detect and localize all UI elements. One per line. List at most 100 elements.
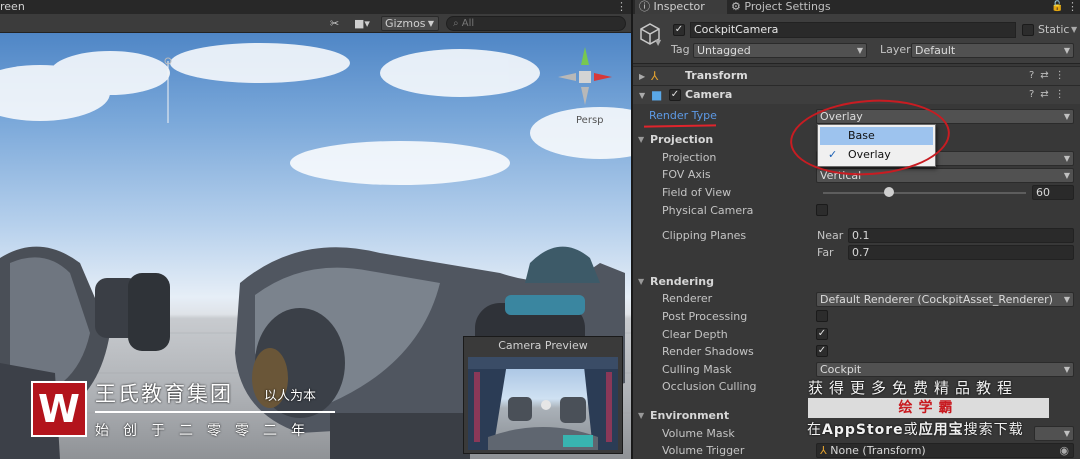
fov-label: Field of View bbox=[662, 186, 732, 199]
volume-trigger-field[interactable]: ⅄ None (Transform) ◉ bbox=[816, 443, 1074, 458]
fov-axis-label: FOV Axis bbox=[662, 168, 711, 181]
lock-icon[interactable]: 🔓 bbox=[1051, 0, 1063, 14]
camera-preview: Camera Preview bbox=[463, 336, 623, 454]
tag-value: Untagged bbox=[697, 44, 751, 57]
gizmos-dropdown[interactable]: Gizmos ▼ bbox=[381, 16, 439, 31]
chevron-down-icon: ▼ bbox=[427, 19, 434, 28]
chevron-down-icon: ▼ bbox=[1063, 171, 1070, 180]
component-tools[interactable]: ?⇄⋮ bbox=[1029, 87, 1071, 103]
clipping-planes-label: Clipping Planes bbox=[662, 229, 747, 242]
chevron-down-icon: ▼ bbox=[1063, 295, 1070, 304]
chevron-down-icon[interactable]: ▼ bbox=[638, 274, 644, 290]
rendering-section[interactable]: Rendering bbox=[650, 274, 714, 290]
occlusion-culling-label: Occlusion Culling bbox=[662, 380, 757, 393]
chevron-down-icon[interactable]: ▼ bbox=[638, 408, 644, 424]
projection-label: Projection bbox=[662, 151, 717, 164]
clear-depth-checkbox[interactable]: ✓ bbox=[816, 328, 828, 340]
watermark-slogan: 以人为本 bbox=[264, 389, 317, 404]
promo-store: AppStore bbox=[822, 422, 904, 438]
persp-label[interactable]: Persp bbox=[576, 115, 604, 126]
transform-icon: ⅄ bbox=[820, 444, 827, 457]
far-field[interactable]: 0.7 bbox=[848, 245, 1074, 260]
promo-headline: 获得更多免费精品教程 bbox=[808, 379, 1019, 397]
tab-project-settings[interactable]: ⚙ Project Settings bbox=[727, 0, 837, 14]
far-label: Far bbox=[817, 246, 834, 259]
render-shadows-checkbox[interactable]: ✓ bbox=[816, 345, 828, 357]
tag-label: Tag bbox=[671, 43, 690, 56]
post-processing-checkbox[interactable] bbox=[816, 310, 828, 322]
volume-trigger-value: None (Transform) bbox=[830, 444, 926, 457]
preview-render bbox=[468, 357, 618, 450]
chevron-down-icon[interactable]: ▼ bbox=[1071, 23, 1077, 37]
renderer-value: Default Renderer (CockpitAsset_Renderer) bbox=[820, 293, 1053, 306]
renderer-label: Renderer bbox=[662, 292, 713, 305]
kebab-menu-icon[interactable]: ⋮ bbox=[1067, 0, 1078, 14]
scene-tab[interactable]: reen bbox=[0, 0, 25, 14]
camera-settings-icon[interactable]: ■▾ bbox=[354, 16, 370, 31]
renderer-dropdown[interactable]: Default Renderer (CockpitAsset_Renderer)… bbox=[816, 292, 1074, 307]
chevron-down-icon[interactable]: ▼ bbox=[638, 132, 644, 148]
scene-toolbar: ✂ ■▾ Gizmos ▼ ⌕ All bbox=[0, 14, 631, 33]
chevron-down-icon: ▼ bbox=[1063, 365, 1070, 374]
tag-dropdown[interactable]: Untagged ▼ bbox=[693, 43, 867, 58]
fov-slider-track[interactable] bbox=[823, 192, 1026, 194]
camera-title: Camera bbox=[685, 88, 733, 101]
post-processing-label: Post Processing bbox=[662, 310, 748, 323]
culling-mask-label: Culling Mask bbox=[662, 363, 732, 376]
layer-label: Layer bbox=[880, 43, 911, 56]
fov-value-field[interactable]: 60 bbox=[1032, 185, 1074, 200]
chevron-down-icon: ▼ bbox=[856, 46, 863, 55]
static-label: Static bbox=[1038, 23, 1070, 36]
layer-value: Default bbox=[915, 44, 956, 57]
watermark-divider bbox=[95, 411, 335, 413]
object-picker-icon[interactable]: ◉ bbox=[1059, 444, 1069, 457]
fov-slider-handle[interactable] bbox=[884, 187, 894, 197]
camera-preview-view bbox=[468, 357, 618, 450]
static-checkbox[interactable] bbox=[1022, 24, 1034, 36]
chevron-right-icon[interactable]: ▶ bbox=[639, 69, 645, 84]
watermark-title: 王氏教育集团 bbox=[95, 382, 233, 406]
transform-icon: ⅄ bbox=[651, 69, 659, 83]
tools-icon[interactable]: ✂ bbox=[330, 16, 339, 31]
watermark-subtitle: 始创于二零零二年 bbox=[95, 423, 319, 439]
environment-section[interactable]: Environment bbox=[650, 408, 729, 424]
render-shadows-label: Render Shadows bbox=[662, 345, 754, 358]
search-placeholder: All bbox=[461, 18, 475, 29]
chevron-down-icon[interactable]: ▼ bbox=[639, 88, 645, 103]
chevron-down-icon: ▼ bbox=[1063, 46, 1070, 55]
camera-enabled-checkbox[interactable]: ✓ bbox=[669, 89, 681, 101]
tab-inspector[interactable]: ⓘ Inspector bbox=[635, 0, 727, 14]
active-checkbox[interactable]: ✓ bbox=[673, 24, 685, 36]
object-header: ▼ ✓ CockpitCamera Static ▼ Tag Untagged … bbox=[633, 14, 1080, 64]
culling-mask-dropdown[interactable]: Cockpit ▼ bbox=[816, 362, 1074, 377]
search-icon: ⌕ bbox=[453, 18, 459, 29]
near-field[interactable]: 0.1 bbox=[848, 228, 1074, 243]
culling-mask-value: Cockpit bbox=[820, 363, 862, 376]
wang-logo: W bbox=[31, 381, 87, 437]
render-type-label: Render Type bbox=[649, 109, 717, 122]
gear-icon: ⚙ bbox=[731, 0, 741, 13]
physical-camera-label: Physical Camera bbox=[662, 204, 754, 217]
physical-camera-checkbox[interactable] bbox=[816, 204, 828, 216]
scene-search-input[interactable]: ⌕ All bbox=[446, 16, 626, 31]
promo-post: 搜索下载 bbox=[963, 422, 1024, 438]
kebab-menu-icon[interactable]: ⋮ bbox=[616, 0, 627, 14]
video-camera-icon: ■ bbox=[651, 88, 663, 102]
layer-dropdown[interactable]: Default ▼ bbox=[911, 43, 1074, 58]
object-name-field[interactable]: CockpitCamera bbox=[690, 22, 1016, 38]
volume-mask-dropdown[interactable]: ▼ bbox=[1034, 426, 1074, 441]
info-icon: ⓘ bbox=[639, 0, 650, 13]
orientation-gizmo[interactable] bbox=[558, 47, 612, 105]
volume-mask-label: Volume Mask bbox=[662, 427, 735, 440]
inspector-tab-bar: ⓘ Inspector ⚙ Project Settings 🔓 ⋮ bbox=[633, 0, 1080, 14]
component-tools[interactable]: ?⇄⋮ bbox=[1029, 68, 1071, 84]
clouds bbox=[0, 43, 631, 185]
scene-panel[interactable]: reen ⋮ ✂ ■▾ Gizmos ▼ ⌕ All Persp W 王氏教育集… bbox=[0, 0, 631, 459]
transform-component-header[interactable]: ▶ ⅄ Transform ?⇄⋮ bbox=[633, 66, 1080, 85]
near-label: Near bbox=[817, 229, 844, 242]
projection-section[interactable]: Projection bbox=[650, 132, 713, 148]
chevron-down-icon: ▼ bbox=[1063, 429, 1070, 438]
promo-pre: 在 bbox=[807, 422, 822, 438]
chevron-down-icon[interactable]: ▼ bbox=[655, 38, 661, 47]
promo-mid: 或 bbox=[903, 422, 919, 438]
